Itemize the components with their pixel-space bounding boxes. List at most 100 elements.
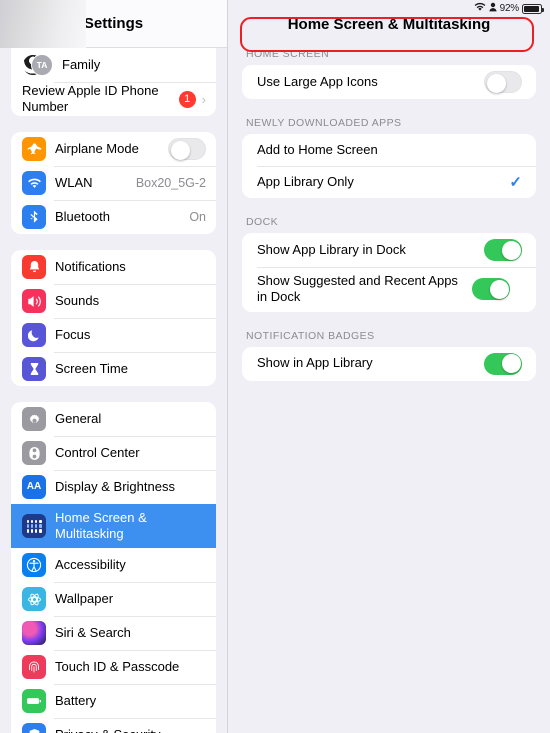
sidebar-item-label: WLAN (55, 175, 93, 191)
sidebar-group-system: General Control Center AA Display & Brig… (11, 402, 216, 733)
sidebar-item-label: Bluetooth (55, 209, 110, 225)
sidebar-item-control-center[interactable]: Control Center (11, 436, 216, 470)
sidebar-item-privacy-security[interactable]: Privacy & Security (11, 718, 216, 733)
battery-icon (522, 3, 544, 14)
sidebar-item-siri-search[interactable]: Siri & Search (11, 616, 216, 650)
sidebar-item-general[interactable]: General (11, 402, 216, 436)
avatar-initials: TA (31, 54, 53, 76)
section-notification-badges: NOTIFICATION BADGES Show in App Library (228, 330, 550, 381)
sidebar-item-label: Sounds (55, 293, 100, 309)
sidebar-item-screen-time[interactable]: Screen Time (11, 352, 216, 386)
sidebar-item-family[interactable]: TA Family (11, 48, 216, 82)
sidebar-item-label: Wallpaper (55, 591, 114, 607)
section-header: NOTIFICATION BADGES (246, 329, 375, 342)
section-card: Use Large App Icons (242, 65, 536, 99)
row-label: App Library Only (257, 173, 354, 189)
airplane-mode-toggle[interactable] (168, 138, 206, 160)
row-add-to-home-screen[interactable]: Add to Home Screen (242, 134, 536, 166)
show-app-library-in-dock-toggle[interactable] (484, 239, 522, 261)
sidebar-item-sounds[interactable]: Sounds (11, 284, 216, 318)
sidebar-item-label: Home Screen & Multitasking (55, 510, 147, 541)
section-header: HOME SCREEN (246, 48, 330, 60)
sidebar-item-label: Screen Time (55, 361, 128, 377)
battery-icon (22, 689, 46, 713)
section-card: Show in App Library (242, 346, 536, 381)
sidebar-item-label: Control Center (55, 445, 140, 461)
fingerprint-icon (22, 655, 46, 679)
sidebar-header: Settings (0, 0, 227, 48)
accessibility-icon (22, 553, 46, 577)
row-app-library-only[interactable]: App Library Only ✓ (242, 166, 536, 198)
sidebar-item-wallpaper[interactable]: Wallpaper (11, 582, 216, 616)
detail-panel: Home Screen & Multitasking HOME SCREEN U… (228, 0, 550, 733)
section-home-screen: HOME SCREEN Use Large App Icons (228, 48, 550, 99)
wifi-icon (22, 171, 46, 195)
checkmark-icon: ✓ (509, 174, 522, 191)
sidebar-item-touch-id-passcode[interactable]: Touch ID & Passcode (11, 650, 216, 684)
siri-icon (22, 621, 46, 645)
row-label: Show Suggested and Recent Apps in Dock (257, 273, 458, 305)
sidebar-item-label: Family (62, 57, 101, 73)
moon-icon (22, 323, 46, 347)
person-icon (488, 2, 497, 15)
bluetooth-icon (22, 205, 46, 229)
control-center-icon (22, 441, 46, 465)
sidebar-group-account: TA Family Review Apple ID Phone Number 1… (11, 48, 216, 116)
sidebar-item-label: Focus (55, 327, 91, 343)
sidebar-item-label: Airplane Mode (55, 141, 139, 157)
sidebar-item-accessibility[interactable]: Accessibility (11, 548, 216, 582)
sidebar-item-label: Display & Brightness (55, 479, 175, 495)
family-avatars: TA (22, 53, 53, 77)
privacy-icon (22, 723, 46, 733)
use-large-app-icons-toggle[interactable] (484, 71, 522, 93)
row-label: Add to Home Screen (257, 141, 378, 157)
airplane-icon (22, 137, 46, 161)
section-dock: DOCK Show App Library in Dock Show Sugge… (228, 216, 550, 312)
sidebar-group-alerts: Notifications Sounds Focus Screen Time (11, 250, 216, 386)
hourglass-icon (22, 357, 46, 381)
sidebar-title: Settings (83, 15, 144, 32)
ipad-settings-screen: 92% Settings TA Family Review Apple ID P… (0, 0, 550, 733)
sidebar-item-notifications[interactable]: Notifications (11, 250, 216, 284)
wifi-icon (474, 2, 486, 15)
sidebar-item-wlan[interactable]: WLAN Box20_5G-2 (11, 166, 216, 200)
bell-icon (22, 255, 46, 279)
sidebar-item-label: Battery (55, 693, 97, 709)
sidebar-item-label: General (55, 411, 102, 427)
sidebar-item-airplane-mode[interactable]: Airplane Mode (11, 132, 216, 166)
battery-percentage: 92% (499, 3, 520, 14)
row-show-in-app-library[interactable]: Show in App Library (242, 346, 536, 381)
chevron-right-icon: › (201, 91, 206, 107)
wallpaper-icon (22, 587, 46, 611)
row-use-large-app-icons[interactable]: Use Large App Icons (242, 65, 536, 99)
wlan-value: Box20_5G-2 (135, 176, 206, 190)
display-icon: AA (22, 475, 46, 499)
section-card: Show App Library in Dock Show Suggested … (242, 233, 536, 312)
section-header: NEWLY DOWNLOADED APPS (246, 117, 402, 129)
section-card: Add to Home Screen App Library Only ✓ (242, 134, 536, 198)
sidebar-item-label: Notifications (55, 259, 126, 275)
bluetooth-value: On (189, 210, 206, 224)
gear-icon (22, 407, 46, 431)
sidebar-item-display-brightness[interactable]: AA Display & Brightness (11, 470, 216, 504)
sidebar-item-home-screen-multitasking[interactable]: Home Screen & Multitasking (11, 504, 216, 548)
sidebar-item-label: Review Apple ID Phone Number (22, 83, 159, 114)
sidebar-item-bluetooth[interactable]: Bluetooth On (11, 200, 216, 234)
speaker-icon (22, 289, 46, 313)
sidebar-item-label: Siri & Search (55, 625, 131, 641)
sidebar-scroll-area[interactable]: TA Family Review Apple ID Phone Number 1… (0, 48, 227, 733)
row-label: Use Large App Icons (257, 73, 378, 89)
home-screen-icon (22, 514, 46, 538)
status-bar: 92% (430, 0, 550, 17)
row-show-app-library-in-dock[interactable]: Show App Library in Dock (242, 233, 536, 267)
status-badge: 1 (178, 90, 196, 108)
section-header: DOCK (246, 216, 279, 228)
show-suggested-recent-apps-toggle[interactable] (472, 278, 510, 301)
sidebar-item-battery[interactable]: Battery (11, 684, 216, 718)
sidebar-item-focus[interactable]: Focus (11, 318, 216, 352)
settings-sidebar: Settings TA Family Review Apple ID Phone… (0, 0, 228, 733)
row-show-suggested-recent-apps[interactable]: Show Suggested and Recent Apps in Dock (242, 267, 536, 312)
sidebar-item-review-apple-id[interactable]: Review Apple ID Phone Number 1 › (11, 82, 216, 116)
sidebar-group-connectivity: Airplane Mode WLAN Box20_5G-2 Bluetooth … (11, 132, 216, 234)
show-in-app-library-toggle[interactable] (484, 352, 522, 375)
